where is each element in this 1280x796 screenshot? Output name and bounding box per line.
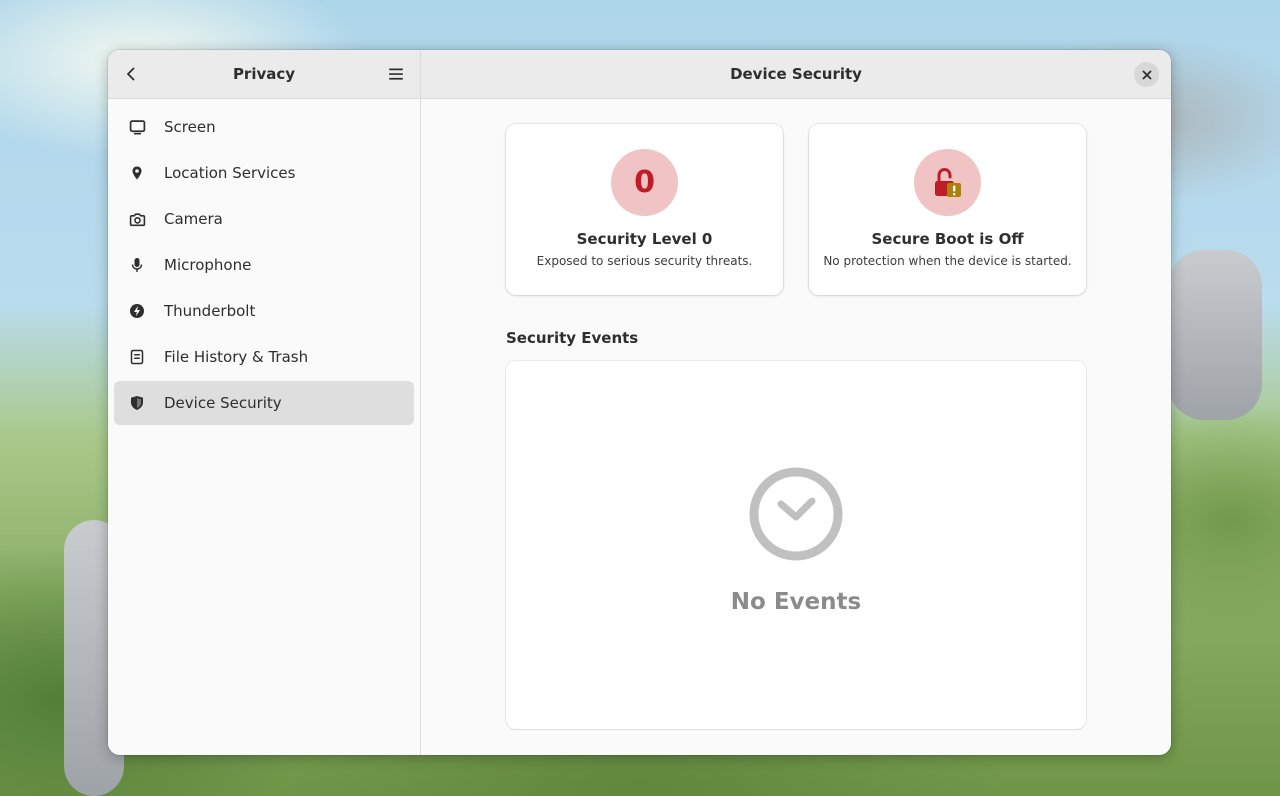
sidebar-item-screen[interactable]: Screen bbox=[114, 105, 414, 149]
secure-boot-card[interactable]: Secure Boot is Off No protection when th… bbox=[809, 124, 1086, 295]
unlocked-padlock-warning-icon bbox=[934, 167, 961, 197]
sidebar-item-label: Microphone bbox=[164, 256, 252, 274]
device-security-content: 0 Security Level 0 Exposed to serious se… bbox=[506, 124, 1086, 729]
status-cards: 0 Security Level 0 Exposed to serious se… bbox=[506, 124, 1086, 295]
sidebar-item-file-history-trash[interactable]: File History & Trash bbox=[114, 335, 414, 379]
sidebar-title: Privacy bbox=[232, 65, 296, 83]
thunderbolt-icon bbox=[128, 302, 146, 320]
display-icon bbox=[128, 118, 146, 136]
security-level-card[interactable]: 0 Security Level 0 Exposed to serious se… bbox=[506, 124, 783, 295]
sidebar: Privacy Screen Location Services Camera … bbox=[108, 50, 421, 755]
sidebar-item-thunderbolt[interactable]: Thunderbolt bbox=[114, 289, 414, 333]
sidebar-item-label: Device Security bbox=[164, 394, 282, 412]
chevron-left-icon bbox=[127, 67, 135, 81]
sidebar-item-camera[interactable]: Camera bbox=[114, 197, 414, 241]
sidebar-nav-list: Screen Location Services Camera Micropho… bbox=[108, 99, 420, 433]
secure-boot-title: Secure Boot is Off bbox=[871, 230, 1024, 248]
secure-boot-subtitle: No protection when the device is started… bbox=[823, 254, 1072, 268]
sidebar-item-label: Screen bbox=[164, 118, 216, 136]
security-level-subtitle: Exposed to serious security threats. bbox=[536, 254, 753, 268]
file-history-icon bbox=[128, 348, 146, 366]
microphone-icon bbox=[128, 256, 146, 274]
page-title: Device Security bbox=[730, 65, 862, 83]
sidebar-item-location-services[interactable]: Location Services bbox=[114, 151, 414, 195]
security-level-badge: 0 bbox=[611, 149, 678, 216]
no-events-label: No Events bbox=[730, 589, 862, 615]
main-panel: Device Security 0 Security Level 0 Expos… bbox=[421, 50, 1171, 755]
sidebar-item-device-security[interactable]: Device Security bbox=[114, 381, 414, 425]
security-events-heading: Security Events bbox=[506, 329, 639, 347]
shield-icon bbox=[128, 394, 146, 412]
settings-window: Privacy Screen Location Services Camera … bbox=[108, 50, 1171, 755]
wallpaper-stone-right bbox=[1168, 250, 1262, 420]
location-pin-icon bbox=[128, 164, 146, 182]
sidebar-item-label: Location Services bbox=[164, 164, 296, 182]
sidebar-header: Privacy bbox=[108, 50, 420, 99]
main-menu-button[interactable] bbox=[381, 59, 411, 89]
close-button[interactable] bbox=[1134, 62, 1159, 87]
hamburger-menu-icon bbox=[389, 68, 403, 80]
sidebar-item-label: Camera bbox=[164, 210, 223, 228]
secure-boot-badge bbox=[914, 149, 981, 216]
security-level-number: 0 bbox=[634, 165, 655, 200]
security-level-title: Security Level 0 bbox=[576, 230, 713, 248]
clock-check-icon bbox=[749, 467, 843, 561]
sidebar-item-label: Thunderbolt bbox=[164, 302, 256, 320]
main-header: Device Security bbox=[421, 50, 1171, 99]
sidebar-item-microphone[interactable]: Microphone bbox=[114, 243, 414, 287]
sidebar-item-label: File History & Trash bbox=[164, 348, 309, 366]
camera-icon bbox=[128, 210, 146, 228]
back-button[interactable] bbox=[116, 59, 146, 89]
security-events-panel: No Events bbox=[506, 361, 1086, 729]
close-icon bbox=[1142, 70, 1151, 79]
